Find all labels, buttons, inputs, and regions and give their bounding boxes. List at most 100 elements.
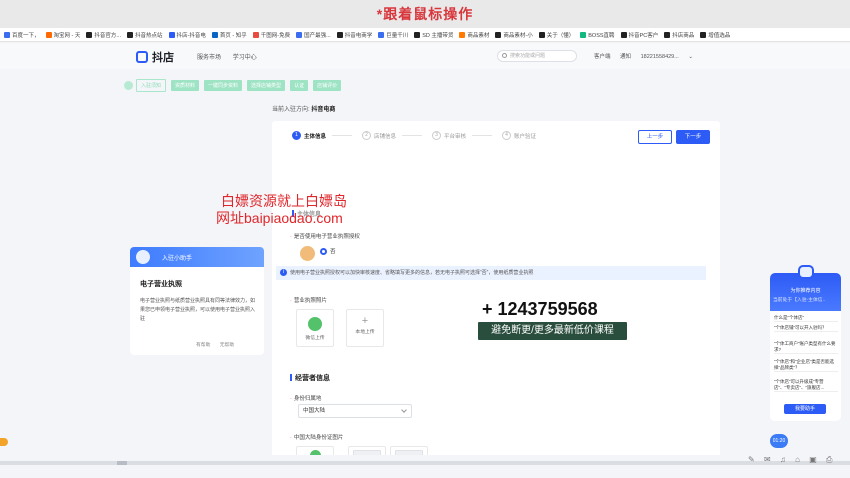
bookmark-favicon-icon	[168, 31, 175, 38]
bookmark-item[interactable]: 抖店-抖音电	[168, 31, 206, 39]
step-label: 主体信息	[304, 133, 327, 140]
bookmark-item[interactable]: 首页 - 知乎	[211, 31, 247, 39]
nav-learning-center[interactable]: 学习中心	[233, 55, 257, 61]
float-question[interactable]: “个体工商户”账户类型有什么要求?	[774, 341, 838, 354]
mouse-cursor-highlight	[300, 246, 315, 261]
region-text: 身份归属地	[293, 396, 322, 402]
bookmark-item[interactable]: 关于（懂）	[538, 31, 575, 39]
bookmark-item[interactable]: 抖音电商学	[336, 31, 373, 39]
bookmark-favicon-icon	[86, 31, 93, 38]
info-text: 使用电子营业执照授权可以加快审核速度、省略填写更多的信息，若无电子执照可选择“否…	[290, 270, 534, 276]
bookmark-item[interactable]: 商品素材-小	[495, 31, 533, 39]
promo-phone-text: + 1243759568	[482, 299, 598, 319]
step-2: 2 店铺信息	[362, 131, 423, 140]
tag-notice[interactable]: 入驻须知	[136, 79, 167, 92]
logo[interactable]: 抖店	[136, 49, 174, 65]
bookmark-item[interactable]: 抖音热点站	[127, 31, 163, 39]
bookmark-item[interactable]: 淘宝网 - 天	[45, 31, 81, 39]
play-icon[interactable]	[124, 81, 133, 90]
bookmark-item[interactable]: SD 主播带货	[414, 31, 453, 39]
step-connector	[332, 135, 353, 136]
mail-icon[interactable]: ✉	[764, 455, 771, 464]
tag-item[interactable]: 一键同步资料	[204, 80, 243, 91]
bottom-toolbar: ✎ ✉ ♫ ⌂ ▣ ⎙	[748, 455, 839, 465]
bookmark-favicon-icon	[4, 31, 10, 38]
license-wechat-upload[interactable]: 微信上传	[296, 309, 334, 347]
tag-item[interactable]: 选择店铺类型	[247, 80, 286, 91]
window-icon[interactable]: ▣	[809, 455, 817, 464]
notify-link[interactable]: 通知	[620, 54, 631, 60]
scrollbar-thumb[interactable]	[117, 461, 127, 465]
assistant-header: 入驻小助手	[130, 247, 264, 267]
pen-icon[interactable]: ✎	[748, 455, 755, 464]
home-icon[interactable]: ⌂	[795, 455, 800, 464]
step-number: 4	[502, 131, 512, 140]
tag-bar: 入驻须知 资质材料 一键同步资料 选择店铺类型 认证 店铺评价	[124, 79, 346, 92]
bookmark-item[interactable]: BOSS直聘	[580, 31, 615, 39]
float-question[interactable]: “个体店铺”可以开入驻吗？	[774, 325, 838, 332]
bookmark-favicon-icon	[378, 31, 385, 38]
bookmark-item[interactable]: 商品素材	[459, 31, 489, 39]
license-local-upload[interactable]: + 本地上传	[346, 309, 384, 347]
breadcrumb: 当前入驻方向: 抖音电商	[272, 104, 335, 113]
prev-button[interactable]: 上一步	[638, 130, 672, 144]
next-button[interactable]: 下一步	[676, 130, 710, 144]
bookmark-favicon-icon	[664, 31, 671, 38]
page: 抖店 服务市场 学习中心 搜索功能或问题 客户端 通知 18221558429.…	[0, 43, 850, 471]
bookmark-favicon-icon	[459, 31, 466, 38]
bookmark-label: 抖店-抖音电	[176, 32, 206, 39]
bookmark-item[interactable]: 抖音PC客户	[620, 31, 658, 39]
audio-icon[interactable]: ♫	[780, 455, 786, 464]
bookmark-favicon-icon	[127, 31, 133, 38]
tag-item[interactable]: 店铺评价	[313, 80, 342, 91]
bookmark-item[interactable]: 百度一下，	[4, 31, 40, 39]
bookmark-label: 商品素材-小	[503, 32, 533, 39]
bookmark-label: 抖音电商学	[344, 32, 373, 39]
horizontal-scrollbar[interactable]	[0, 461, 850, 465]
bookmark-favicon-icon	[252, 31, 259, 38]
useful-button[interactable]: 有帮助	[196, 343, 210, 348]
bookmark-label: 关于（懂）	[546, 32, 575, 39]
print-icon[interactable]: ⎙	[826, 455, 832, 464]
bookmark-item[interactable]: 国产最强...	[296, 31, 331, 39]
tag-item[interactable]: 资质材料	[171, 80, 200, 91]
region-select[interactable]: 中国大陆	[298, 404, 412, 418]
float-question[interactable]: “个体店”可以升级成“专营店”、“专卖店”、“旗舰店...	[774, 379, 838, 392]
logo-icon	[136, 51, 148, 63]
license-photo-text: 营业执照照片	[293, 298, 327, 304]
bookmark-item[interactable]: 增值选品	[700, 31, 730, 39]
bookmark-label: 增值选品	[708, 32, 731, 39]
chevron-down-icon[interactable]: ⌄	[688, 54, 693, 60]
bookmark-item[interactable]: 巨量千川	[378, 31, 408, 39]
useless-button[interactable]: 无帮助	[220, 343, 234, 348]
bookmark-item[interactable]: 抖音官方...	[86, 31, 121, 39]
step-number: 3	[432, 131, 442, 140]
client-link[interactable]: 客户端	[594, 54, 611, 60]
search-input[interactable]: 搜索功能或问题	[497, 50, 577, 62]
radio-no[interactable]: 否	[320, 247, 336, 255]
upload-local-label: 本地上传	[355, 330, 375, 335]
radio-icon[interactable]	[320, 247, 327, 255]
bookmark-label: 抖店商品	[672, 32, 695, 39]
step-3: 3 平台审核	[432, 131, 493, 140]
bookmark-favicon-icon	[296, 31, 303, 38]
info-icon: i	[280, 269, 287, 276]
bookmark-label: 淘宝网 - 天	[53, 32, 81, 39]
bookmark-item[interactable]: 千图网-免费	[252, 31, 290, 39]
bookmark-item[interactable]: 抖店商品	[664, 31, 694, 39]
nav-service-market[interactable]: 服务市场	[197, 55, 221, 61]
bookmark-label: BOSS直聘	[588, 32, 615, 39]
bookmark-label: 商品素材	[467, 32, 490, 39]
robot-icon	[136, 250, 150, 264]
bookmark-favicon-icon	[211, 31, 218, 38]
step-4: 4 账户验证	[502, 131, 536, 140]
upload-wechat-label: 微信上传	[305, 336, 325, 341]
account-phone[interactable]: 18221558429...	[641, 54, 679, 60]
float-question[interactable]: 什么是“个体店”	[774, 315, 838, 322]
tag-item[interactable]: 认证	[290, 80, 309, 91]
wechat-icon	[308, 317, 322, 331]
ask-assistant-button[interactable]: 我要助手	[784, 404, 826, 414]
side-tab-icon[interactable]	[0, 438, 8, 446]
float-question[interactable]: “个体店”和“企业店”类是否能选择“品牌类”？	[774, 359, 838, 372]
region-label: · 身份归属地	[290, 396, 322, 402]
